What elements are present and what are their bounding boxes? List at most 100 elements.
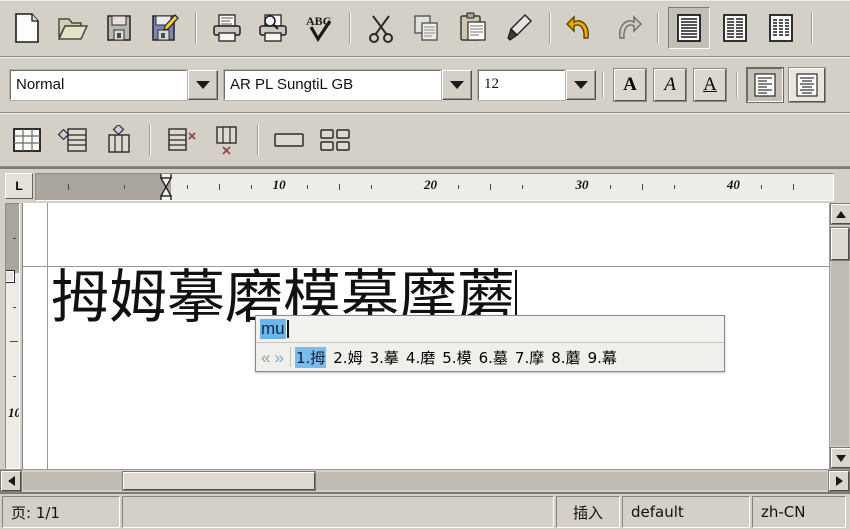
three-column-page-icon xyxy=(769,14,793,42)
page-icon xyxy=(15,13,39,43)
insert-column-icon xyxy=(108,124,130,153)
font-name-dropdown-button[interactable] xyxy=(442,69,472,100)
horizontal-scroll-thumb[interactable] xyxy=(123,472,315,490)
align-center-button[interactable] xyxy=(789,67,825,102)
status-insert-mode[interactable]: 插入 xyxy=(556,496,620,528)
ruler-tick xyxy=(13,375,16,377)
ime-next-page-button[interactable]: » xyxy=(274,349,283,366)
ruler-tick xyxy=(123,185,125,189)
underline-button[interactable]: A xyxy=(694,68,726,101)
vertical-ruler[interactable]: 10 xyxy=(5,203,20,469)
scroll-left-button[interactable] xyxy=(1,471,21,491)
toolbar-separator xyxy=(195,13,197,43)
split-cells-button[interactable] xyxy=(314,119,356,161)
paragraph-style-value[interactable]: Normal xyxy=(10,69,187,100)
ruler-number: 40 xyxy=(726,177,740,192)
insert-row-icon xyxy=(57,127,87,152)
triangle-down-icon xyxy=(836,454,846,462)
toolbar-separator xyxy=(736,71,738,98)
ime-candidate-6[interactable]: 6.墓 xyxy=(479,347,508,368)
font-name-value[interactable]: AR PL SungtiL GB xyxy=(224,69,441,100)
ime-candidate-9[interactable]: 9.幕 xyxy=(588,347,617,368)
ime-candidate-5[interactable]: 5.模 xyxy=(442,347,471,368)
redo-button[interactable] xyxy=(606,7,648,49)
status-style[interactable]: default xyxy=(622,496,750,528)
scroll-up-button[interactable] xyxy=(831,204,850,224)
ime-candidate-index: 8. xyxy=(551,348,566,367)
indent-marker-icon xyxy=(159,174,172,200)
vertical-scroll-track[interactable] xyxy=(831,226,849,446)
ime-candidate-8[interactable]: 8.蘑 xyxy=(551,347,580,368)
paintbrush-icon xyxy=(507,13,533,41)
font-name-combo[interactable]: AR PL SungtiL GB xyxy=(224,69,472,100)
indent-markers[interactable] xyxy=(159,174,173,200)
open-document-button[interactable] xyxy=(52,7,94,49)
ruler-tick xyxy=(673,185,675,189)
align-left-button[interactable] xyxy=(747,67,783,102)
view-three-column-button[interactable] xyxy=(760,7,802,49)
format-paintbrush-button[interactable] xyxy=(498,7,540,49)
ruler-tick xyxy=(338,184,340,190)
horizontal-scrollbar[interactable] xyxy=(0,469,850,492)
ime-candidate-char: 模 xyxy=(456,348,472,367)
status-bar: 页: 1/1 插入 default zh-CN xyxy=(0,492,850,530)
cut-button[interactable] xyxy=(360,7,402,49)
insert-row-button[interactable] xyxy=(52,119,94,161)
ruler-corner xyxy=(834,169,850,203)
ime-candidate-char: 姆 xyxy=(347,348,363,367)
ime-input-field[interactable]: mu xyxy=(256,316,724,343)
status-page-indicator[interactable]: 页: 1/1 xyxy=(2,496,120,528)
ime-candidate-3[interactable]: 3.摹 xyxy=(370,347,399,368)
merge-cells-button[interactable] xyxy=(268,119,310,161)
ime-prev-page-button[interactable]: « xyxy=(261,349,270,366)
save-document-button[interactable] xyxy=(98,7,140,49)
view-normal-button[interactable] xyxy=(668,7,710,49)
ruler-tick xyxy=(13,238,16,240)
scroll-right-button[interactable] xyxy=(829,471,849,491)
formatting-toolbar: Normal AR PL SungtiL GB 12 A A A xyxy=(0,57,850,113)
font-size-combo[interactable]: 12 xyxy=(478,69,596,100)
ime-candidate-1[interactable]: 1.拇 xyxy=(294,346,327,368)
horizontal-scroll-track[interactable] xyxy=(23,472,827,490)
save-as-document-button[interactable] xyxy=(144,7,186,49)
word-processor-window: ABC Normal AR PL SungtiL GB 12 A A A L 1… xyxy=(0,0,850,530)
view-two-column-button[interactable] xyxy=(714,7,756,49)
spellcheck-button[interactable]: ABC xyxy=(298,7,340,49)
vertical-scrollbar[interactable] xyxy=(829,203,850,469)
paragraph-style-combo[interactable]: Normal xyxy=(10,69,218,100)
print-preview-button[interactable] xyxy=(252,7,294,49)
print-button[interactable] xyxy=(206,7,248,49)
ime-candidate-4[interactable]: 4.磨 xyxy=(406,347,435,368)
scroll-down-button[interactable] xyxy=(831,448,850,468)
ime-separator xyxy=(289,347,291,367)
triangle-right-icon xyxy=(835,476,843,486)
font-size-dropdown-button[interactable] xyxy=(566,69,596,100)
font-size-value[interactable]: 12 xyxy=(478,69,565,100)
ime-candidate-2[interactable]: 2.姆 xyxy=(333,347,362,368)
ime-candidate-7[interactable]: 7.摩 xyxy=(515,347,544,368)
new-document-button[interactable] xyxy=(6,7,48,49)
tab-stop-selector[interactable]: L xyxy=(5,173,33,199)
ime-candidate-index: 3. xyxy=(369,348,384,367)
copy-button[interactable] xyxy=(406,7,448,49)
vertical-scroll-thumb[interactable] xyxy=(831,228,849,260)
bold-button[interactable]: A xyxy=(614,68,646,101)
page-canvas[interactable]: 拇姆摹磨模墓摩蘑 mu « » 1.拇 2.姆 3.摹 4.磨 5.模 6.墓 … xyxy=(22,203,829,469)
delete-column-button[interactable] xyxy=(206,119,248,161)
horizontal-ruler[interactable]: 10 20 30 40 xyxy=(35,173,834,201)
delete-row-button[interactable] xyxy=(160,119,202,161)
vertical-ruler-column: 10 xyxy=(0,203,22,469)
italic-button[interactable]: A xyxy=(654,68,686,101)
align-center-icon xyxy=(796,72,818,97)
undo-button[interactable] xyxy=(560,7,602,49)
toolbar-separator xyxy=(349,13,351,43)
vertical-indent-marker[interactable] xyxy=(6,270,15,283)
insert-column-button[interactable] xyxy=(98,119,140,161)
paste-button[interactable] xyxy=(452,7,494,49)
paragraph-style-dropdown-button[interactable] xyxy=(188,69,218,100)
ruler-number: 20 xyxy=(424,177,437,192)
toolbar-separator xyxy=(549,13,551,43)
insert-table-button[interactable] xyxy=(6,119,48,161)
ime-candidate-window[interactable]: mu « » 1.拇 2.姆 3.摹 4.磨 5.模 6.墓 7.摩 8.蘑 9… xyxy=(255,315,725,372)
status-language[interactable]: zh-CN xyxy=(752,496,846,528)
